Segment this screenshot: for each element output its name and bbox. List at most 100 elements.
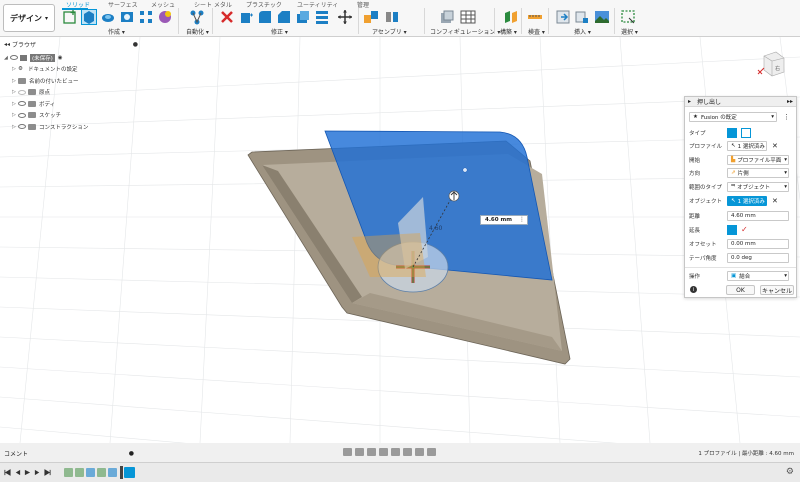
group-insert-label[interactable]: 挿入 ▾ xyxy=(574,27,591,36)
direction-select[interactable]: ⇗ 片側 ▾ xyxy=(727,167,789,178)
type-solid-icon[interactable] xyxy=(727,127,737,138)
joint-icon[interactable] xyxy=(384,9,400,25)
pin-icon[interactable]: ● xyxy=(129,450,134,457)
offset-field[interactable]: 0.00 mm xyxy=(727,238,789,249)
operation-select[interactable]: ▣ 結合 ▾ xyxy=(727,270,789,281)
browser-item-construction[interactable]: ▷ コンストラクション xyxy=(4,121,138,133)
delete-icon[interactable] xyxy=(219,9,235,25)
automate-icon[interactable] xyxy=(189,9,205,25)
start-select[interactable]: ▙ プロファイル平面 ▾ xyxy=(727,154,789,165)
insert-derive-icon[interactable] xyxy=(555,9,571,25)
offset-plane-icon[interactable] xyxy=(503,9,519,25)
comments-panel[interactable]: コメント ● xyxy=(0,448,140,458)
extend-adjacent-icon[interactable]: ✓ xyxy=(741,225,751,235)
group-modify-label[interactable]: 修正 ▾ xyxy=(271,27,288,36)
step-back-icon[interactable] xyxy=(14,469,21,476)
new-component-icon[interactable] xyxy=(363,9,379,25)
zoom-icon[interactable] xyxy=(379,448,388,456)
timeline-extrude-icon[interactable] xyxy=(86,468,95,477)
clear-selection-icon[interactable]: ✕ xyxy=(772,197,778,205)
visibility-icon[interactable] xyxy=(10,55,18,61)
visibility-icon[interactable] xyxy=(18,89,26,95)
go-to-start-icon[interactable] xyxy=(4,469,11,476)
configure-icon[interactable] xyxy=(439,9,455,25)
go-to-end-icon[interactable] xyxy=(44,469,51,476)
tab-utilities[interactable]: ユーティリティ xyxy=(297,0,338,9)
timeline-marker[interactable] xyxy=(120,466,123,479)
browser-item-bodies[interactable]: ▷ ボディ xyxy=(4,98,138,110)
collapse-icon[interactable]: ▸ xyxy=(688,98,691,105)
browser-item-sketches[interactable]: ▷ スケッチ xyxy=(4,110,138,122)
step-forward-icon[interactable] xyxy=(34,469,41,476)
expand-panel-icon[interactable]: ▸▸ xyxy=(787,98,793,105)
timeline-sketch-icon[interactable] xyxy=(75,468,84,477)
timeline-extrude-active-icon[interactable] xyxy=(124,467,135,478)
config-table-icon[interactable] xyxy=(460,9,476,25)
fillet-icon[interactable] xyxy=(257,9,273,25)
collapse-icon[interactable]: ◂◂ xyxy=(4,41,12,48)
fit-icon[interactable] xyxy=(391,448,400,456)
group-assemble-label[interactable]: アセンブリ ▾ xyxy=(372,27,407,36)
distance-field[interactable]: 4.60 mm xyxy=(727,210,789,221)
preset-row[interactable]: ★ Fusion の既定 ▾ ⋮ xyxy=(689,111,792,122)
extend-faces-icon[interactable] xyxy=(727,224,737,235)
visibility-icon[interactable] xyxy=(18,112,26,118)
pattern-icon[interactable] xyxy=(138,9,154,25)
object-selector[interactable]: ↖ 1 選択済み xyxy=(727,195,767,206)
distance-input[interactable]: 4.60 mm ⋮ xyxy=(480,215,528,225)
ok-button[interactable]: OK xyxy=(726,285,755,295)
extrude-icon[interactable] xyxy=(81,9,97,25)
timeline-settings-icon[interactable]: ⚙ xyxy=(786,467,794,477)
insert-image-icon[interactable] xyxy=(594,9,610,25)
pin-icon[interactable]: ● xyxy=(133,41,138,48)
browser-item-named-views[interactable]: ▷ 名前の付いたビュー xyxy=(4,75,138,87)
form-icon[interactable] xyxy=(157,9,173,25)
insert-mesh-icon[interactable] xyxy=(574,9,590,25)
info-icon[interactable]: i xyxy=(690,286,697,293)
timeline-sketch-icon[interactable] xyxy=(97,468,106,477)
cancel-button[interactable]: キャンセル xyxy=(760,285,794,295)
display-settings-icon[interactable] xyxy=(403,448,412,456)
tab-mesh[interactable]: メッシュ xyxy=(151,0,175,9)
group-configuration-label[interactable]: コンフィギュレーション ▾ xyxy=(430,27,500,36)
revolve-icon[interactable] xyxy=(100,9,116,25)
clear-selection-icon[interactable]: ✕ xyxy=(772,142,778,150)
profile-selector[interactable]: ↖ 1 選択済み xyxy=(727,140,767,151)
tab-plastic[interactable]: プラスチック xyxy=(246,0,282,9)
view-cube[interactable]: 右 xyxy=(756,48,786,78)
look-at-icon[interactable] xyxy=(355,448,364,456)
move-icon[interactable] xyxy=(337,9,353,25)
dialog-header[interactable]: ▸ 押し出し ▸▸ xyxy=(685,97,796,107)
tab-surface[interactable]: サーフェス xyxy=(108,0,138,9)
browser-header[interactable]: ◂◂ ブラウザ ● xyxy=(4,40,138,49)
more-options-icon[interactable]: ⋮ xyxy=(519,216,525,223)
orbit-icon[interactable] xyxy=(343,448,352,456)
active-indicator-icon[interactable]: ◉ xyxy=(58,55,63,61)
taper-field[interactable]: 0.0 deg xyxy=(727,252,789,263)
group-automate-label[interactable]: 自動化 ▾ xyxy=(186,27,209,36)
pan-icon[interactable] xyxy=(367,448,376,456)
type-thin-icon[interactable] xyxy=(741,127,751,138)
timeline-shell-icon[interactable] xyxy=(108,468,117,477)
viewports-icon[interactable] xyxy=(427,448,436,456)
workspace-switcher[interactable]: デザイン ▾ xyxy=(3,4,55,32)
timeline-sketch-icon[interactable] xyxy=(64,468,73,477)
settings-menu-icon[interactable]: ⋮ xyxy=(783,113,790,121)
visibility-icon[interactable] xyxy=(18,101,26,107)
grid-settings-icon[interactable] xyxy=(415,448,424,456)
distance-arrow-icon[interactable] xyxy=(448,190,460,202)
browser-root[interactable]: ◢ (未保存) ◉ xyxy=(4,52,138,64)
play-icon[interactable] xyxy=(24,469,31,476)
hole-icon[interactable] xyxy=(119,9,135,25)
shell-icon[interactable] xyxy=(295,9,311,25)
extent-select[interactable]: ⫤ オブジェクト ▾ xyxy=(727,181,789,192)
new-sketch-icon[interactable] xyxy=(62,9,78,25)
press-pull-icon[interactable] xyxy=(238,9,254,25)
group-construct-label[interactable]: 構築 ▾ xyxy=(500,27,517,36)
group-select-label[interactable]: 選択 ▾ xyxy=(621,27,638,36)
browser-item-document-settings[interactable]: ▷ ⚙ ドキュメントの設定 xyxy=(4,64,138,76)
visibility-icon[interactable] xyxy=(18,124,26,130)
chamfer-icon[interactable] xyxy=(276,9,292,25)
group-inspect-label[interactable]: 検査 ▾ xyxy=(528,27,545,36)
group-create-label[interactable]: 作成 ▾ xyxy=(108,27,125,36)
